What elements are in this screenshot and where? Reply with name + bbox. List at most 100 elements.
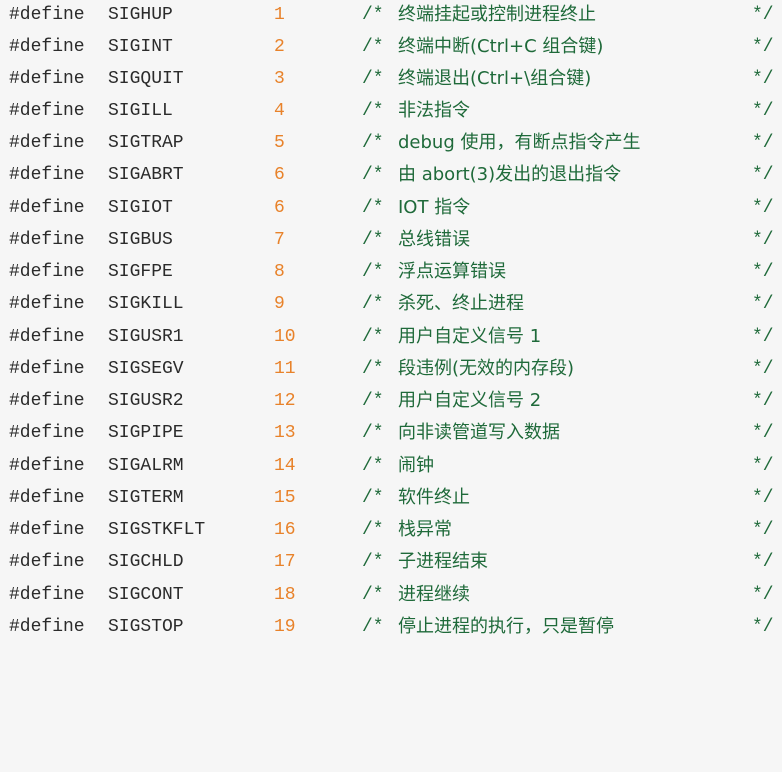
define-keyword: #define: [9, 585, 85, 605]
signal-comment: 子进程结束: [398, 551, 488, 572]
signal-name: SIGABRT: [108, 165, 184, 185]
comment-open: /*: [362, 101, 384, 121]
comment-close: */: [752, 165, 774, 185]
code-line: #define SIGQUIT 3 /* 终端退出(Ctrl+\组合键) */: [0, 64, 782, 96]
signal-name: SIGSTOP: [108, 617, 184, 637]
comment-open: /*: [362, 359, 384, 379]
signal-number: 5: [274, 133, 285, 153]
define-keyword: #define: [9, 230, 85, 250]
define-keyword: #define: [9, 552, 85, 572]
comment-close: */: [752, 391, 774, 411]
signal-comment: IOT 指令: [398, 197, 471, 218]
signal-number: 6: [274, 198, 285, 218]
signal-comment: 杀死、终止进程: [398, 293, 524, 314]
comment-close: */: [752, 133, 774, 153]
comment-open: /*: [362, 262, 384, 282]
comment-close: */: [752, 262, 774, 282]
define-keyword: #define: [9, 423, 85, 443]
comment-open: /*: [362, 488, 384, 508]
comment-open: /*: [362, 423, 384, 443]
code-line: #define SIGTRAP 5 /* debug 使用，有断点指令产生 */: [0, 128, 782, 160]
define-keyword: #define: [9, 294, 85, 314]
code-line: #define SIGALRM 14 /* 闹钟 */: [0, 451, 782, 483]
signal-number: 9: [274, 294, 285, 314]
code-line: #define SIGSEGV 11 /* 段违例(无效的内存段) */: [0, 354, 782, 386]
comment-open: /*: [362, 230, 384, 250]
comment-close: */: [752, 488, 774, 508]
signal-comment: 用户自定义信号 2: [398, 390, 542, 411]
define-keyword: #define: [9, 617, 85, 637]
code-line: #define SIGILL 4 /* 非法指令 */: [0, 96, 782, 128]
signal-name: SIGBUS: [108, 230, 173, 250]
signal-number: 4: [274, 101, 285, 121]
signal-number: 11: [274, 359, 296, 379]
signal-name: SIGQUIT: [108, 69, 184, 89]
code-line: #define SIGFPE 8 /* 浮点运算错误 */: [0, 257, 782, 289]
signal-comment: 非法指令: [398, 100, 470, 121]
signal-number: 17: [274, 552, 296, 572]
signal-number: 14: [274, 456, 296, 476]
comment-open: /*: [362, 69, 384, 89]
define-keyword: #define: [9, 165, 85, 185]
code-line: #define SIGIOT 6 /* IOT 指令 */: [0, 193, 782, 225]
comment-close: */: [752, 359, 774, 379]
signal-name: SIGIOT: [108, 198, 173, 218]
comment-close: */: [752, 230, 774, 250]
code-line: #define SIGPIPE 13 /* 向非读管道写入数据 */: [0, 418, 782, 450]
code-line: #define SIGINT 2 /* 终端中断(Ctrl+C 组合键) */: [0, 32, 782, 64]
define-keyword: #define: [9, 262, 85, 282]
code-line: #define SIGBUS 7 /* 总线错误 */: [0, 225, 782, 257]
signal-name: SIGKILL: [108, 294, 184, 314]
signal-comment: 停止进程的执行，只是暂停: [398, 616, 614, 637]
comment-open: /*: [362, 5, 384, 25]
comment-open: /*: [362, 198, 384, 218]
signal-name: SIGINT: [108, 37, 173, 57]
define-keyword: #define: [9, 520, 85, 540]
signal-comment: 进程继续: [398, 584, 470, 605]
comment-close: */: [752, 585, 774, 605]
code-line: #define SIGUSR1 10 /* 用户自定义信号 1 */: [0, 322, 782, 354]
define-keyword: #define: [9, 327, 85, 347]
comment-close: */: [752, 198, 774, 218]
comment-close: */: [752, 294, 774, 314]
signal-comment: 终端中断(Ctrl+C 组合键): [398, 36, 604, 57]
signal-comment: 总线错误: [398, 229, 470, 250]
signal-comment: 段违例(无效的内存段): [398, 358, 575, 379]
code-line: #define SIGTERM 15 /* 软件终止 */: [0, 483, 782, 515]
define-keyword: #define: [9, 133, 85, 153]
define-keyword: #define: [9, 456, 85, 476]
comment-open: /*: [362, 585, 384, 605]
signal-name: SIGCHLD: [108, 552, 184, 572]
define-keyword: #define: [9, 391, 85, 411]
code-line: #define SIGCHLD 17 /* 子进程结束 */: [0, 547, 782, 579]
signal-number: 2: [274, 37, 285, 57]
signal-comment: 软件终止: [398, 487, 470, 508]
comment-close: */: [752, 520, 774, 540]
comment-open: /*: [362, 520, 384, 540]
comment-close: */: [752, 423, 774, 443]
signal-number: 16: [274, 520, 296, 540]
signal-name: SIGFPE: [108, 262, 173, 282]
signal-comment: 向非读管道写入数据: [398, 422, 560, 443]
signal-number: 15: [274, 488, 296, 508]
comment-open: /*: [362, 37, 384, 57]
signal-number: 1: [274, 5, 285, 25]
signal-comment: 由 abort(3)发出的退出指令: [398, 164, 622, 185]
signal-comment: debug 使用，有断点指令产生: [398, 132, 641, 153]
comment-close: */: [752, 552, 774, 572]
signal-name: SIGSEGV: [108, 359, 184, 379]
signal-name: SIGILL: [108, 101, 173, 121]
signal-name: SIGTRAP: [108, 133, 184, 153]
signal-name: SIGTERM: [108, 488, 184, 508]
comment-open: /*: [362, 165, 384, 185]
comment-open: /*: [362, 552, 384, 572]
signal-comment: 浮点运算错误: [398, 261, 506, 282]
code-line: #define SIGHUP 1 /* 终端挂起或控制进程终止 */: [0, 0, 782, 32]
comment-close: */: [752, 101, 774, 121]
signal-number: 7: [274, 230, 285, 250]
signal-comment: 用户自定义信号 1: [398, 326, 542, 347]
code-line: #define SIGCONT 18 /* 进程继续 */: [0, 580, 782, 612]
code-line: #define SIGABRT 6 /* 由 abort(3)发出的退出指令 *…: [0, 160, 782, 192]
comment-close: */: [752, 327, 774, 347]
signal-number: 10: [274, 327, 296, 347]
